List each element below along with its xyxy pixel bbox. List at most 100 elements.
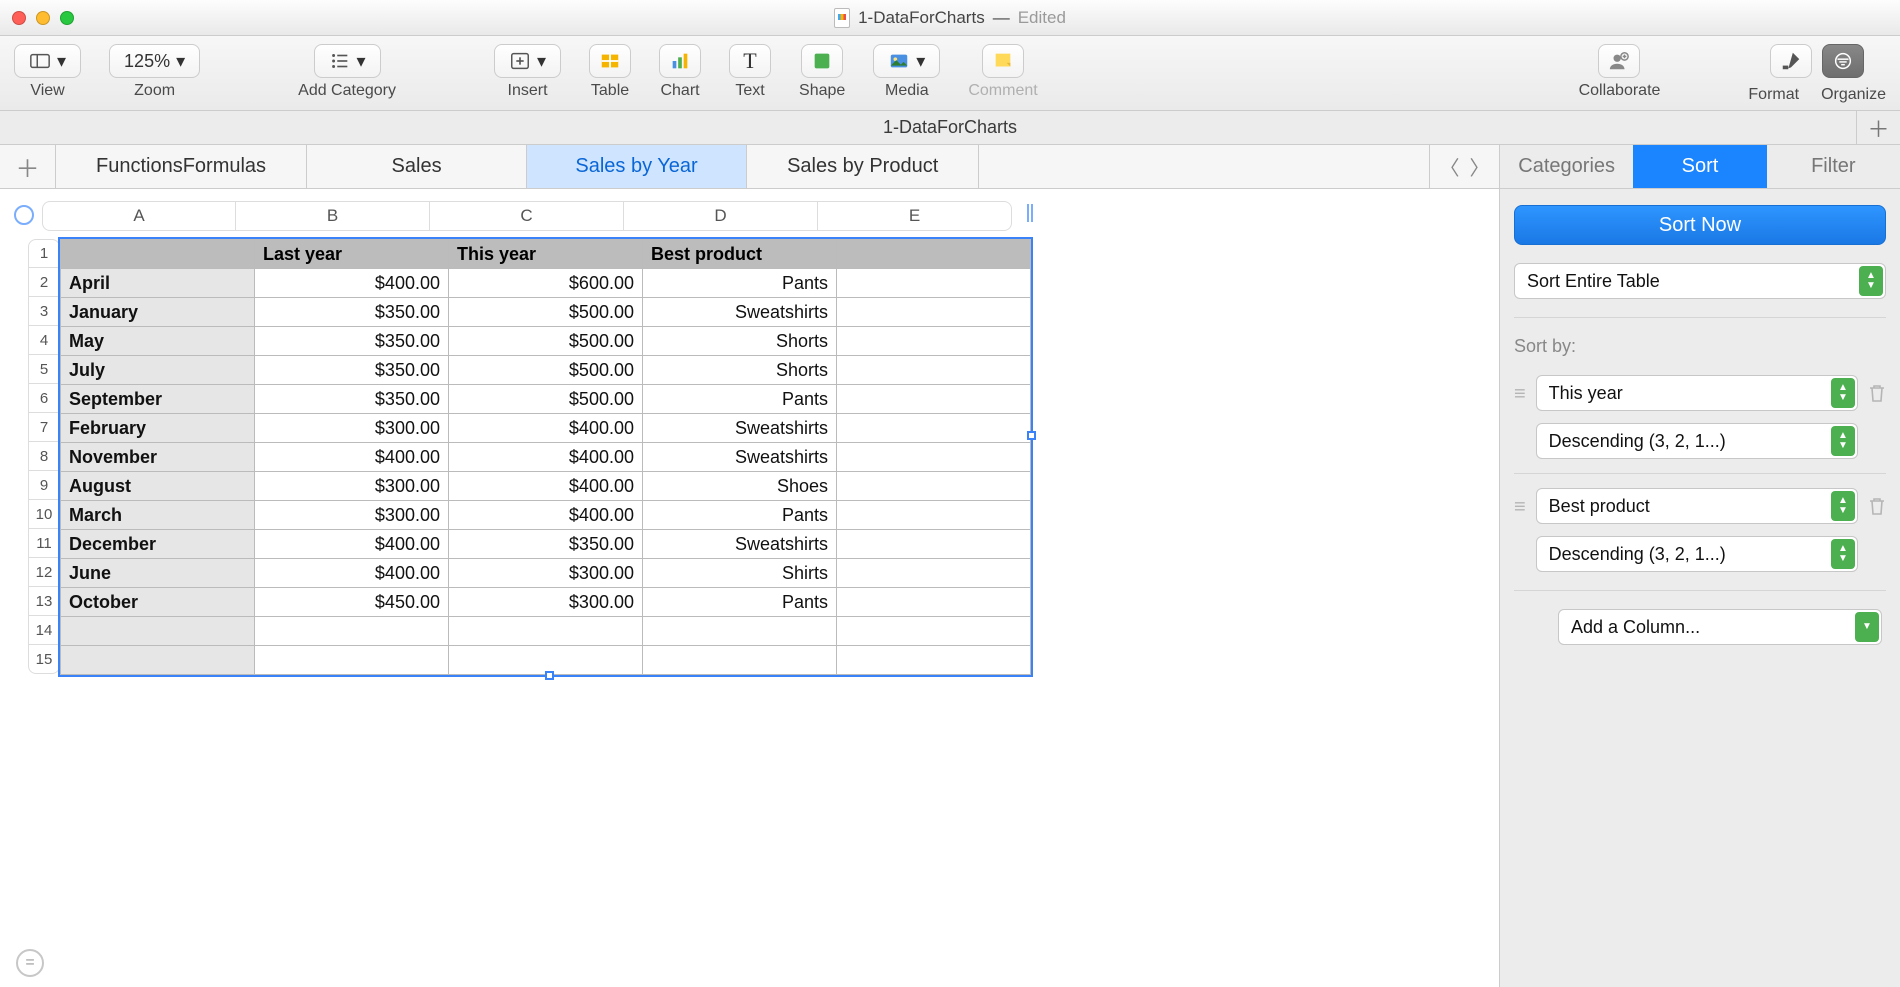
column-header[interactable]: D: [624, 201, 818, 231]
table-button[interactable]: [589, 44, 631, 78]
table-cell[interactable]: Sweatshirts: [643, 530, 837, 559]
table-cell[interactable]: [837, 327, 1031, 356]
shape-button[interactable]: [801, 44, 843, 78]
drag-handle-icon[interactable]: ≡: [1514, 496, 1526, 519]
table-header-cell[interactable]: [61, 240, 255, 269]
media-button[interactable]: ▾: [873, 44, 940, 78]
table-header-cell[interactable]: [837, 240, 1031, 269]
table-header-cell[interactable]: Best product: [643, 240, 837, 269]
data-table[interactable]: Last yearThis yearBest productApril$400.…: [60, 239, 1031, 675]
formula-equals-button[interactable]: =: [16, 949, 44, 977]
column-header[interactable]: B: [236, 201, 430, 231]
table-cell[interactable]: $500.00: [449, 327, 643, 356]
table-header-cell[interactable]: Last year: [255, 240, 449, 269]
sort-now-button[interactable]: Sort Now: [1514, 205, 1886, 245]
table-cell[interactable]: [61, 646, 255, 675]
row-number[interactable]: 8: [28, 442, 60, 471]
table-row[interactable]: February$300.00$400.00Sweatshirts: [61, 414, 1031, 443]
table-cell[interactable]: [837, 385, 1031, 414]
organize-button[interactable]: [1822, 44, 1864, 78]
table-cell[interactable]: Sweatshirts: [643, 443, 837, 472]
table-cell[interactable]: [837, 501, 1031, 530]
table-cell[interactable]: $350.00: [255, 327, 449, 356]
row-number[interactable]: 12: [28, 558, 60, 587]
table-cell[interactable]: April: [61, 269, 255, 298]
table-header-cell[interactable]: This year: [449, 240, 643, 269]
row-number[interactable]: 10: [28, 500, 60, 529]
inspector-tab-sort[interactable]: Sort: [1633, 145, 1766, 188]
table-cell[interactable]: [449, 617, 643, 646]
table-cell[interactable]: $500.00: [449, 298, 643, 327]
zoom-button[interactable]: 125% ▾: [109, 44, 200, 78]
table-cell[interactable]: Sweatshirts: [643, 298, 837, 327]
add-category-button[interactable]: ▾: [314, 44, 381, 78]
table-cell[interactable]: [643, 646, 837, 675]
table-cell[interactable]: June: [61, 559, 255, 588]
add-sheet-button[interactable]: ＋: [0, 145, 56, 188]
table-cell[interactable]: [837, 588, 1031, 617]
table-row[interactable]: November$400.00$400.00Sweatshirts: [61, 443, 1031, 472]
table-cell[interactable]: [837, 646, 1031, 675]
table-cell[interactable]: Pants: [643, 588, 837, 617]
table-cell[interactable]: January: [61, 298, 255, 327]
table-cell[interactable]: Pants: [643, 269, 837, 298]
insert-button[interactable]: ▾: [494, 44, 561, 78]
sort-column-select[interactable]: Best product▲▼: [1536, 488, 1858, 524]
row-number[interactable]: 4: [28, 326, 60, 355]
table-cell[interactable]: [61, 617, 255, 646]
table-cell[interactable]: $350.00: [255, 356, 449, 385]
table-cell[interactable]: $400.00: [449, 414, 643, 443]
table-row[interactable]: [61, 617, 1031, 646]
table-cell[interactable]: November: [61, 443, 255, 472]
text-button[interactable]: T: [729, 44, 771, 78]
comment-button[interactable]: [982, 44, 1024, 78]
table-cell[interactable]: [837, 472, 1031, 501]
table-cell[interactable]: December: [61, 530, 255, 559]
table-cell[interactable]: August: [61, 472, 255, 501]
table-row[interactable]: May$350.00$500.00Shorts: [61, 327, 1031, 356]
table-cell[interactable]: $500.00: [449, 385, 643, 414]
table-row[interactable]: December$400.00$350.00Sweatshirts: [61, 530, 1031, 559]
table-cell[interactable]: $450.00: [255, 588, 449, 617]
format-button[interactable]: [1770, 44, 1812, 78]
table-cell[interactable]: Shorts: [643, 356, 837, 385]
table-cell[interactable]: February: [61, 414, 255, 443]
table-cell[interactable]: [643, 617, 837, 646]
table-cell[interactable]: $300.00: [449, 559, 643, 588]
view-button[interactable]: ▾: [14, 44, 81, 78]
table-cell[interactable]: $300.00: [255, 501, 449, 530]
table-cell[interactable]: $400.00: [255, 443, 449, 472]
table-cell[interactable]: $350.00: [255, 385, 449, 414]
table-row[interactable]: June$400.00$300.00Shirts: [61, 559, 1031, 588]
row-number[interactable]: 2: [28, 268, 60, 297]
table-row[interactable]: April$400.00$600.00Pants: [61, 269, 1031, 298]
delete-rule-button[interactable]: [1868, 383, 1886, 408]
table-cell[interactable]: Pants: [643, 501, 837, 530]
table-cell[interactable]: $300.00: [255, 414, 449, 443]
selection-handle-right[interactable]: [1027, 431, 1036, 440]
table-row[interactable]: March$300.00$400.00Pants: [61, 501, 1031, 530]
table-cell[interactable]: [837, 530, 1031, 559]
table-cell[interactable]: Pants: [643, 385, 837, 414]
row-number[interactable]: 13: [28, 587, 60, 616]
table-cell[interactable]: [255, 646, 449, 675]
table-row[interactable]: January$350.00$500.00Sweatshirts: [61, 298, 1031, 327]
table-cell[interactable]: May: [61, 327, 255, 356]
sheet-tab[interactable]: Sales by Year: [527, 145, 747, 188]
tab-next-button[interactable]: 〉: [1470, 152, 1490, 181]
table-cell[interactable]: March: [61, 501, 255, 530]
table-cell[interactable]: $300.00: [255, 472, 449, 501]
row-number[interactable]: 14: [28, 616, 60, 645]
table-cell[interactable]: [837, 617, 1031, 646]
table-cell[interactable]: $400.00: [449, 472, 643, 501]
sheet-tab[interactable]: Sales: [307, 145, 527, 188]
column-header[interactable]: E: [818, 201, 1012, 231]
row-number[interactable]: 6: [28, 384, 60, 413]
column-header[interactable]: C: [430, 201, 624, 231]
table-cell[interactable]: [837, 269, 1031, 298]
table-cell[interactable]: [837, 559, 1031, 588]
table-cell[interactable]: [837, 414, 1031, 443]
table-cell[interactable]: Sweatshirts: [643, 414, 837, 443]
row-number[interactable]: 9: [28, 471, 60, 500]
table-cell[interactable]: [255, 617, 449, 646]
